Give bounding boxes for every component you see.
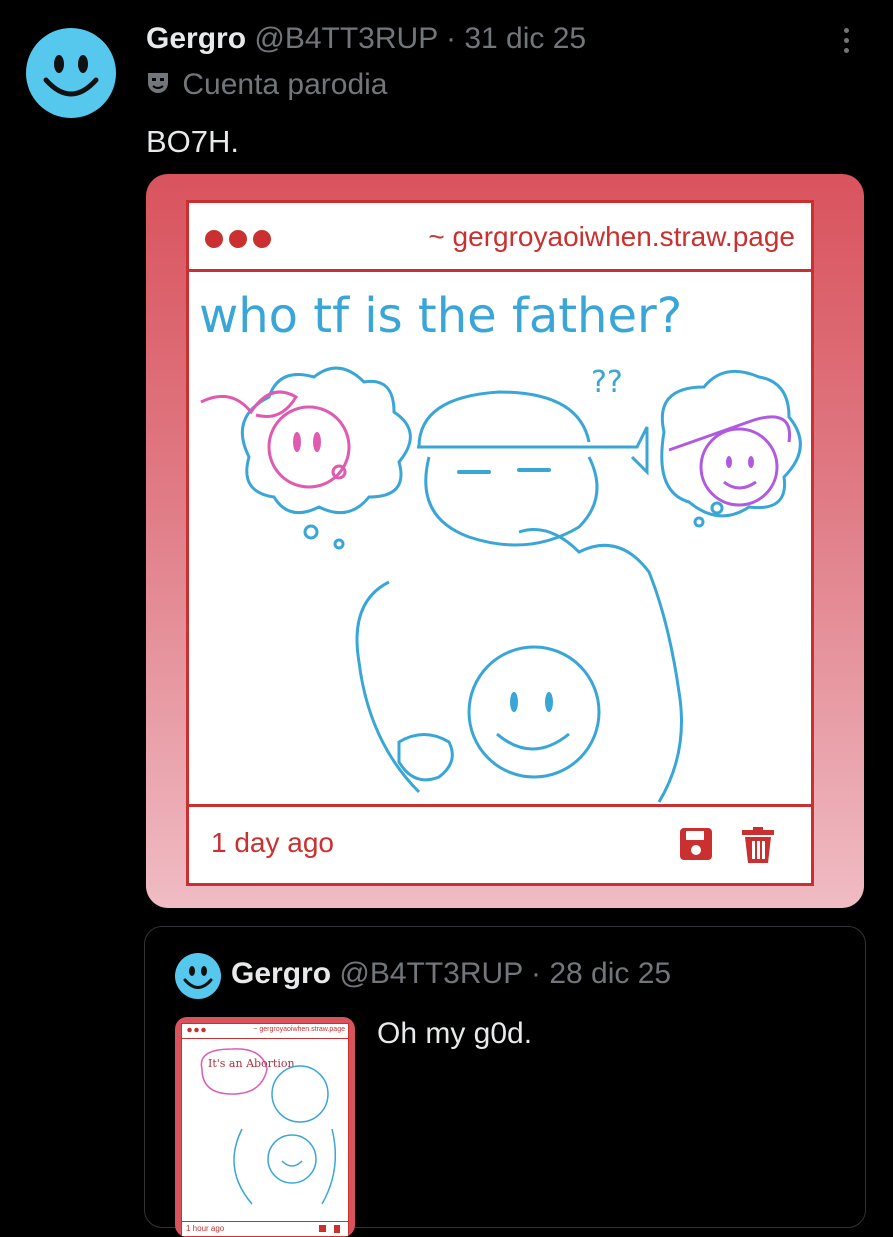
window-dot	[229, 230, 247, 248]
header-separator: ·	[446, 22, 456, 55]
window-url: ~ gergroyaoiwhen.straw.page	[428, 221, 795, 252]
sketch-drawing: who tf is the father? ??	[199, 288, 802, 803]
save-icon	[319, 1225, 326, 1232]
author-name[interactable]: Gergro	[146, 22, 246, 55]
author-handle[interactable]: @B4TT3RUP	[254, 22, 437, 55]
quoted-separator: ·	[531, 957, 541, 990]
window-titlebar: ~ gergroyaoiwhen.straw.page	[189, 203, 811, 272]
straw-page-window: ~ gergroyaoiwhen.straw.page who tf is th…	[186, 200, 814, 886]
quoted-media-thumbnail[interactable]: ~ gergroyaoiwhen.straw.page It's an Abor…	[175, 1017, 355, 1237]
window-dot	[205, 230, 223, 248]
thumb-url: ~ gergroyaoiwhen.straw.page	[253, 1026, 345, 1033]
quoted-text: Oh my g0d.	[377, 1017, 533, 1050]
parody-label: Cuenta parodia	[146, 68, 388, 106]
post-age: 1 day ago	[211, 827, 334, 858]
thumb-time: 1 hour ago	[186, 1224, 225, 1233]
post-text: BO7H.	[146, 124, 240, 159]
trash-icon[interactable]	[741, 827, 775, 868]
author-avatar[interactable]	[26, 28, 116, 118]
media-card[interactable]: ~ gergroyaoiwhen.straw.page who tf is th…	[146, 174, 864, 908]
drawing-marks: ??	[591, 365, 623, 400]
window-dot	[253, 230, 271, 248]
quoted-post[interactable]: Gergro @B4TT3RUP · 28 dic 25 ~ gergroyao…	[144, 926, 866, 1237]
theater-masks-icon	[146, 70, 174, 106]
quoted-author-handle: @B4TT3RUP	[339, 957, 523, 990]
quoted-date: 28 dic 25	[549, 957, 672, 990]
parody-label-text: Cuenta parodia	[182, 68, 388, 101]
window-footer: 1 day ago	[189, 804, 811, 883]
quoted-author-name: Gergro	[231, 957, 332, 990]
post-header: Gergro @B4TT3RUP · 31 dic 25	[146, 22, 586, 56]
drawing-caption: who tf is the father?	[199, 288, 682, 344]
quoted-header: Gergro @B4TT3RUP · 28 dic 25	[231, 957, 671, 991]
thumb-titlebar: ~ gergroyaoiwhen.straw.page	[182, 1024, 348, 1039]
more-options-button[interactable]	[838, 28, 854, 60]
trash-icon	[334, 1225, 340, 1233]
more-vertical-icon	[843, 28, 849, 33]
smiley-face-icon	[183, 966, 213, 989]
smiley-face-icon	[43, 55, 99, 97]
thumb-footer: 1 hour ago	[182, 1221, 348, 1236]
quoted-author-avatar	[175, 953, 221, 999]
thumb-window: ~ gergroyaoiwhen.straw.page It's an Abor…	[181, 1023, 349, 1237]
save-icon[interactable]	[679, 827, 713, 866]
thumb-dots	[186, 1027, 206, 1033]
post-date[interactable]: 31 dic 25	[464, 22, 586, 55]
thumb-drawing: It's an Abortion	[200, 1048, 337, 1205]
thumb-caption: It's an Abortion	[208, 1057, 295, 1070]
